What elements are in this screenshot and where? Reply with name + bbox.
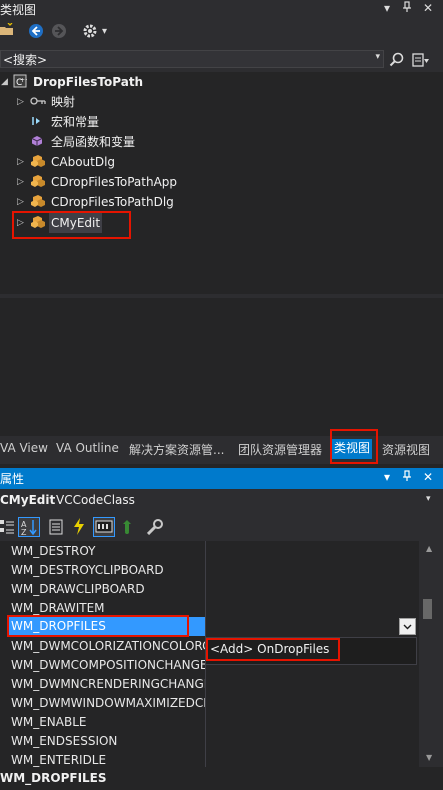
tree-node-label: 全局函数和变量: [51, 135, 136, 149]
expand-arrow-icon[interactable]: ▷: [17, 192, 24, 212]
properties-title: 属性: [0, 472, 25, 486]
tree-node-label: CAboutDlg: [51, 155, 116, 169]
classview-search-row: ▾: [0, 47, 443, 72]
collapse-arrow-icon[interactable]: ◢: [1, 72, 8, 92]
class-tree: ◢ C++ DropFilesToPath ▷ 映射 宏和常量 全局函数和变量 …: [0, 72, 443, 294]
classview-toolbar: ▾: [0, 17, 443, 47]
messages-icon[interactable]: [93, 517, 115, 537]
window-menu-icon[interactable]: ▾: [384, 470, 390, 484]
property-value-cell[interactable]: [206, 617, 419, 636]
property-row[interactable]: WM_DESTROY: [8, 542, 205, 561]
pin-icon[interactable]: [402, 1, 412, 16]
property-row[interactable]: WM_DRAWCLIPBOARD: [8, 580, 205, 599]
search-box[interactable]: ▾: [0, 50, 384, 68]
scroll-down-icon[interactable]: ▼: [426, 753, 432, 762]
expand-arrow-icon[interactable]: ▷: [17, 152, 24, 172]
tree-node-globals[interactable]: 全局函数和变量: [0, 132, 443, 152]
events-icon[interactable]: [73, 518, 85, 538]
highlight-box-ondropfiles: [206, 638, 340, 661]
search-dropdown-icon[interactable]: ▾: [375, 52, 380, 62]
property-row[interactable]: WM_DWMNCRENDERINGCHANGED: [8, 675, 205, 694]
property-name-column: WM_DESTROY WM_DESTROYCLIPBOARD WM_DRAWCL…: [8, 541, 205, 767]
scrollbar-thumb[interactable]: [423, 599, 432, 619]
class-icon: [30, 192, 46, 212]
tree-node-class[interactable]: ▷ CAboutDlg: [0, 152, 443, 172]
forward-icon[interactable]: [51, 23, 67, 44]
class-icon: [30, 172, 46, 192]
classview-title: 类视图: [0, 3, 37, 17]
tree-node-maps[interactable]: ▷ 映射: [0, 92, 443, 112]
svg-text:++: ++: [20, 77, 27, 84]
categorized-icon[interactable]: [0, 519, 14, 538]
property-pages-icon[interactable]: [146, 519, 163, 538]
tree-node-label: CDropFilesToPathDlg: [51, 195, 174, 209]
tree-node-label: 宏和常量: [51, 115, 100, 129]
tree-node-class[interactable]: ▷ CDropFilesToPathApp: [0, 172, 443, 192]
pin-icon[interactable]: [402, 470, 412, 485]
highlight-box-cmyedit: [12, 211, 131, 239]
back-icon[interactable]: [28, 23, 44, 44]
tree-node-class[interactable]: ▷ CDropFilesToPathDlg: [0, 192, 443, 212]
properties-icon[interactable]: [49, 519, 63, 538]
description-title: WM_DROPFILES: [0, 771, 107, 785]
tab-resource-view[interactable]: 资源视图: [382, 441, 430, 458]
vertical-scrollbar[interactable]: ▲ ▼: [419, 541, 443, 767]
search-icon[interactable]: [389, 52, 405, 71]
expand-arrow-icon[interactable]: ▷: [17, 92, 24, 112]
tree-node-project[interactable]: ◢ C++ DropFilesToPath: [0, 72, 443, 92]
macro-icon: [31, 112, 43, 132]
tree-node-label: CDropFilesToPathApp: [51, 175, 178, 189]
close-icon[interactable]: ✕: [423, 1, 433, 15]
object-name: CMyEdit: [0, 493, 56, 507]
classview-members-pane: [0, 298, 443, 436]
expand-arrow-icon[interactable]: ▷: [17, 172, 24, 192]
classview-titlebar: 类视图 ▾ ✕: [0, 0, 443, 17]
property-row[interactable]: WM_DWMCOLORIZATIONCOLORCHANGED: [8, 637, 205, 656]
search-options-icon[interactable]: [412, 52, 430, 71]
property-row[interactable]: WM_DWMCOMPOSITIONCHANGED: [8, 656, 205, 675]
property-row[interactable]: WM_ENABLE: [8, 713, 205, 732]
project-icon: C++: [13, 72, 30, 92]
scroll-up-icon[interactable]: ▲: [426, 544, 432, 553]
object-selector[interactable]: CMyEdit VCCodeClass ▾: [0, 489, 443, 513]
tree-node-macros[interactable]: 宏和常量: [0, 112, 443, 132]
window-menu-icon[interactable]: ▾: [384, 1, 390, 15]
class-icon: [30, 152, 46, 172]
gear-icon[interactable]: [82, 23, 98, 44]
alphabetical-icon[interactable]: AZ: [18, 517, 40, 537]
object-type: VCCodeClass: [56, 493, 135, 507]
value-dropdown-button[interactable]: [399, 618, 416, 635]
property-row[interactable]: WM_ENTERIDLE: [8, 751, 205, 767]
property-row[interactable]: WM_ENDSESSION: [8, 732, 205, 751]
property-row[interactable]: WM_DESTROYCLIPBOARD: [8, 561, 205, 580]
property-row[interactable]: WM_DWMWINDOWMAXIMIZEDCHANGE: [8, 694, 205, 713]
tree-node-label: DropFilesToPath: [33, 75, 144, 89]
tab-solution-explorer[interactable]: 解决方案资源管...: [129, 441, 224, 458]
tab-team-explorer[interactable]: 团队资源管理器: [238, 441, 322, 458]
folder-icon[interactable]: [0, 22, 14, 42]
settings-dropdown-icon[interactable]: ▾: [102, 23, 107, 41]
overrides-icon[interactable]: [121, 519, 133, 538]
properties-titlebar: 属性 ▾ ✕: [0, 468, 443, 489]
map-icon: [30, 92, 46, 112]
close-icon[interactable]: ✕: [423, 470, 433, 484]
tab-va-view[interactable]: VA View: [0, 441, 48, 455]
search-input[interactable]: [1, 51, 361, 67]
svg-text:Z: Z: [21, 528, 27, 536]
object-dropdown-icon[interactable]: ▾: [426, 494, 431, 504]
property-description: WM_DROPFILES: [0, 767, 443, 790]
tree-node-label: 映射: [51, 95, 76, 109]
cube-icon: [31, 132, 43, 152]
highlight-box-wm-dropfiles: [7, 615, 189, 637]
tab-va-outline[interactable]: VA Outline: [56, 441, 119, 455]
properties-toolbar: AZ: [0, 513, 443, 541]
highlight-box-classview-tab: [330, 429, 378, 464]
